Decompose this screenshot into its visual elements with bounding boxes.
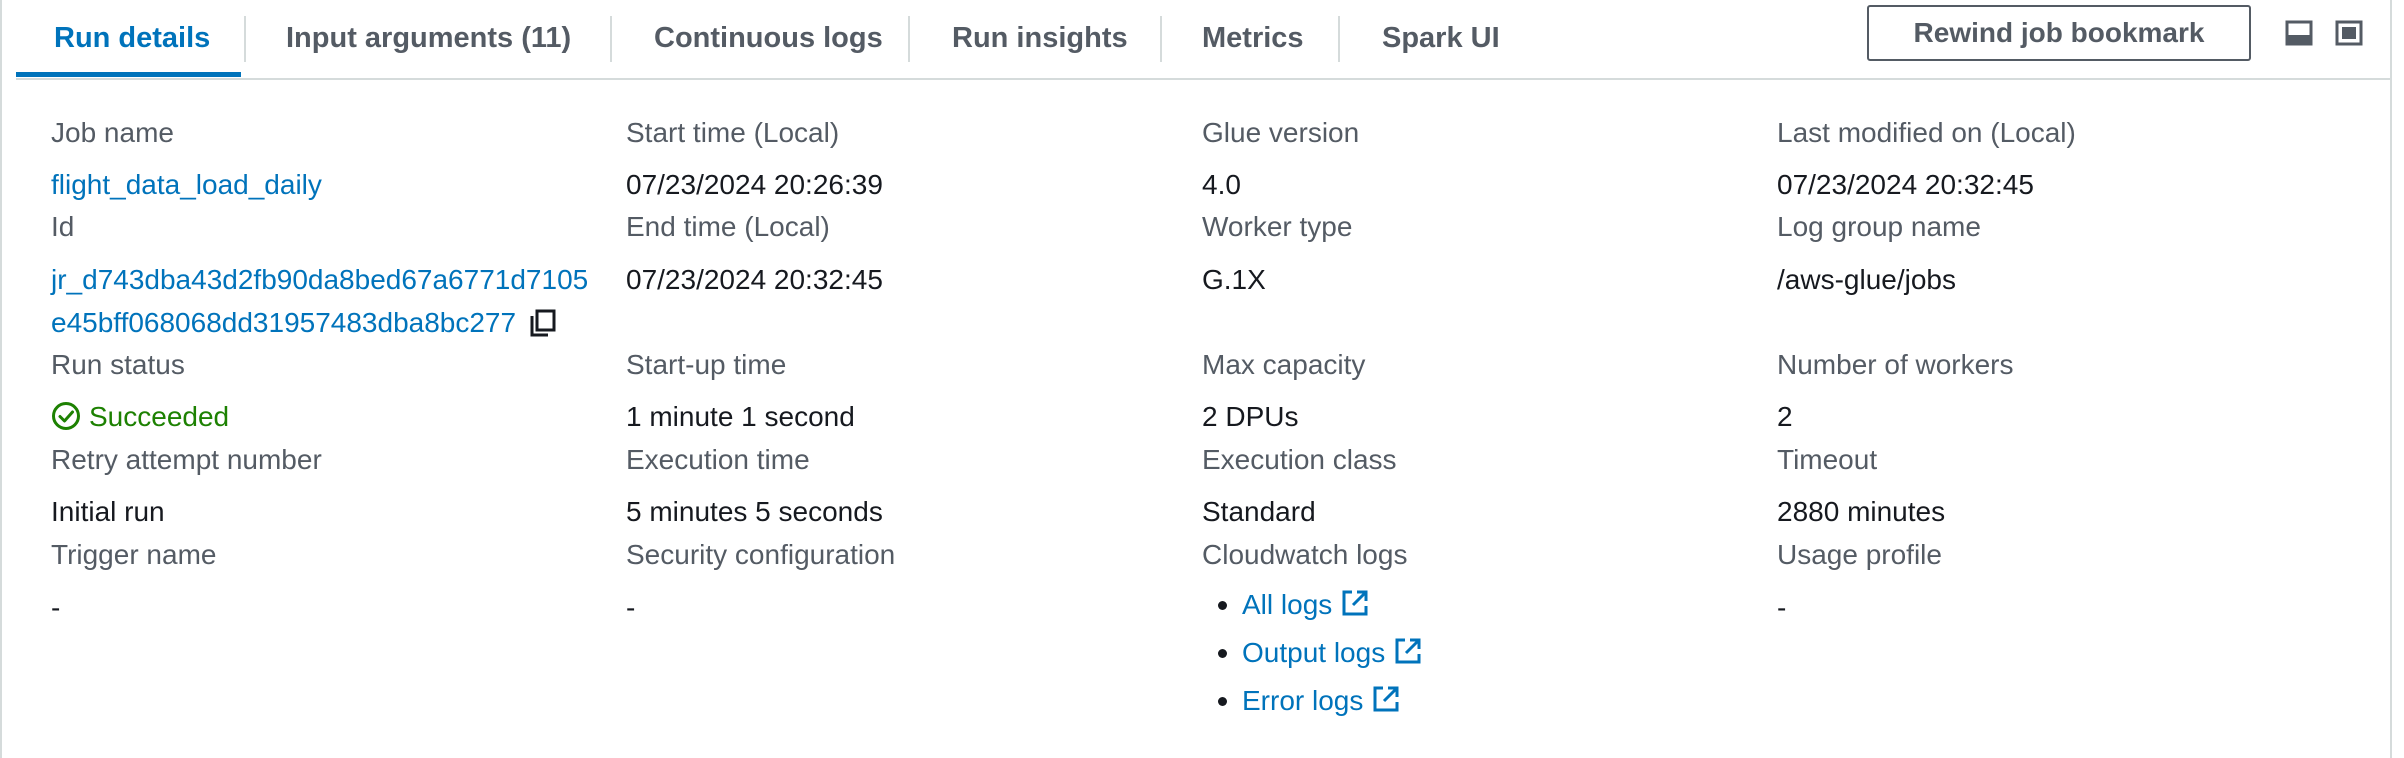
tab-divider bbox=[908, 16, 910, 62]
end-time-value: 07/23/2024 20:32:45 bbox=[626, 264, 883, 295]
retry-attempt-label: Retry attempt number bbox=[51, 444, 322, 475]
startup-time-value: 1 minute 1 second bbox=[626, 401, 855, 432]
copy-icon[interactable] bbox=[528, 308, 558, 338]
tab-input-arguments[interactable]: Input arguments (11) bbox=[286, 0, 571, 76]
list-item: All logs bbox=[1202, 588, 1423, 636]
bullet bbox=[1218, 601, 1227, 610]
external-link-icon[interactable] bbox=[1393, 636, 1423, 666]
all-logs-link[interactable]: All logs bbox=[1242, 589, 1332, 620]
tab-divider bbox=[244, 16, 246, 62]
error-logs-link[interactable]: Error logs bbox=[1242, 685, 1363, 716]
cloudwatch-logs-list: All logs Output logs Error logs bbox=[1202, 588, 1423, 732]
output-logs-link[interactable]: Output logs bbox=[1242, 637, 1385, 668]
run-id-line-2: e45bff068068dd31957483dba8bc277 bbox=[51, 306, 558, 340]
tab-run-insights[interactable]: Run insights bbox=[952, 0, 1128, 76]
tab-metrics[interactable]: Metrics bbox=[1202, 0, 1304, 76]
run-status-label: Run status bbox=[51, 349, 185, 380]
max-capacity-label: Max capacity bbox=[1202, 349, 1366, 380]
id-label: Id bbox=[51, 211, 75, 242]
log-group-name-value: /aws-glue/jobs bbox=[1777, 264, 1956, 295]
timeout-value: 2880 minutes bbox=[1777, 496, 1946, 527]
tab-divider bbox=[1160, 16, 1162, 62]
tab-run-details[interactable]: Run details bbox=[54, 0, 210, 76]
rewind-job-bookmark-button[interactable]: Rewind job bookmark bbox=[1867, 5, 2251, 61]
job-run-panel: Run details Input arguments (11) Continu… bbox=[0, 0, 2392, 758]
last-modified-value: 07/23/2024 20:32:45 bbox=[1777, 169, 2034, 200]
startup-time-label: Start-up time bbox=[626, 349, 787, 380]
job-name-link[interactable]: flight_data_load_daily bbox=[51, 168, 322, 202]
start-time-value: 07/23/2024 20:26:39 bbox=[626, 169, 883, 200]
execution-time-value: 5 minutes 5 seconds bbox=[626, 496, 883, 527]
external-link-icon[interactable] bbox=[1371, 684, 1401, 714]
start-time-label: Start time (Local) bbox=[626, 117, 840, 148]
list-item: Error logs bbox=[1202, 684, 1423, 732]
bullet bbox=[1218, 649, 1227, 658]
last-modified-label: Last modified on (Local) bbox=[1777, 117, 2076, 148]
job-name-label: Job name bbox=[51, 117, 174, 148]
trigger-name-label: Trigger name bbox=[51, 539, 217, 570]
execution-time-label: Execution time bbox=[626, 444, 810, 475]
worker-type-value: G.1X bbox=[1202, 264, 1266, 295]
timeout-label: Timeout bbox=[1777, 444, 1878, 475]
cloudwatch-logs-label: Cloudwatch logs bbox=[1202, 539, 1408, 570]
success-check-icon bbox=[52, 402, 80, 430]
expand-panel-icon[interactable] bbox=[2334, 18, 2364, 48]
number-of-workers-label: Number of workers bbox=[1777, 349, 2014, 380]
security-configuration-value: - bbox=[626, 592, 636, 623]
end-time-label: End time (Local) bbox=[626, 211, 830, 242]
tab-divider bbox=[610, 16, 612, 62]
number-of-workers-value: 2 bbox=[1777, 401, 1793, 432]
max-capacity-value: 2 DPUs bbox=[1202, 401, 1299, 432]
list-item: Output logs bbox=[1202, 636, 1423, 684]
run-id-link-line-2[interactable]: e45bff068068dd31957483dba8bc277 bbox=[51, 307, 516, 338]
security-configuration-label: Security configuration bbox=[626, 539, 896, 570]
glue-version-label: Glue version bbox=[1202, 117, 1360, 148]
run-status-text: Succeeded bbox=[89, 401, 230, 432]
run-id-link-line-1[interactable]: jr_d743dba43d2fb90da8bed67a6771d7105 bbox=[51, 263, 588, 297]
tab-continuous-logs[interactable]: Continuous logs bbox=[654, 0, 883, 76]
glue-version-value: 4.0 bbox=[1202, 169, 1241, 200]
tab-divider bbox=[1338, 16, 1340, 62]
usage-profile-label: Usage profile bbox=[1777, 539, 1942, 570]
worker-type-label: Worker type bbox=[1202, 211, 1353, 242]
retry-attempt-value: Initial run bbox=[51, 496, 165, 527]
tab-spark-ui[interactable]: Spark UI bbox=[1382, 0, 1500, 76]
execution-class-label: Execution class bbox=[1202, 444, 1397, 475]
tab-bar: Run details Input arguments (11) Continu… bbox=[16, 0, 2392, 80]
usage-profile-value: - bbox=[1777, 592, 1787, 623]
execution-class-value: Standard bbox=[1202, 496, 1316, 527]
active-tab-indicator bbox=[16, 72, 241, 77]
bullet bbox=[1218, 697, 1227, 706]
log-group-name-label: Log group name bbox=[1777, 211, 1981, 242]
external-link-icon[interactable] bbox=[1340, 588, 1370, 618]
trigger-name-value: - bbox=[51, 592, 61, 623]
run-status-value: Succeeded bbox=[51, 400, 229, 434]
collapse-panel-icon[interactable] bbox=[2284, 18, 2314, 48]
